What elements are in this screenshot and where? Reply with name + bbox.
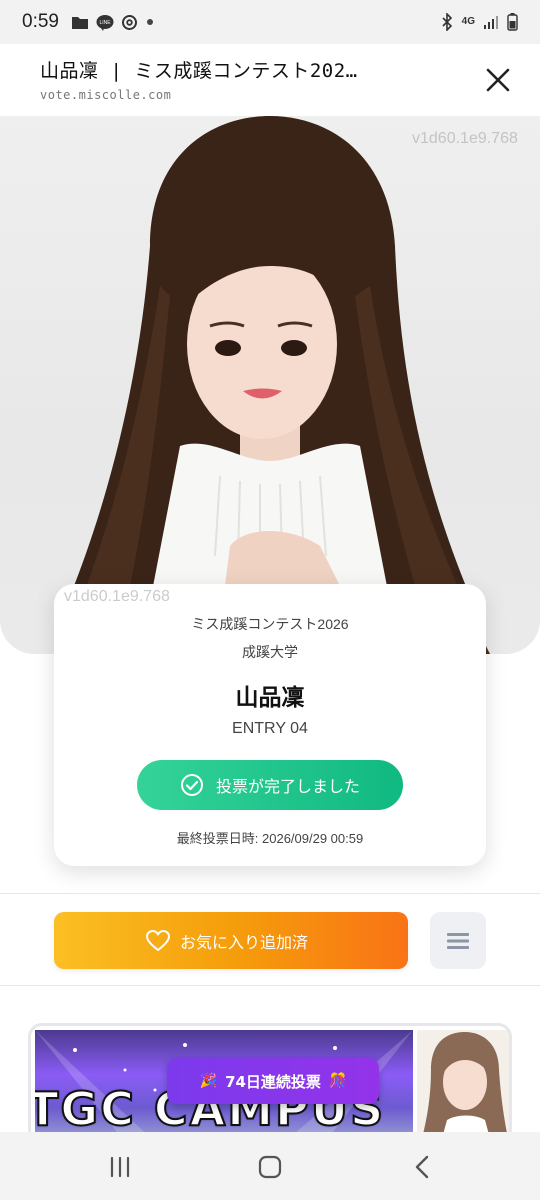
divider-bottom xyxy=(0,985,540,986)
vote-complete-label: 投票が完了しました xyxy=(215,777,360,796)
signal-icon xyxy=(484,16,498,29)
watermark-text: v1d60.1e9.768 xyxy=(412,130,518,147)
check-circle-icon xyxy=(180,774,203,796)
page-title: 山品凜 | ミス成蹊コンテスト202… xyxy=(40,60,358,82)
status-bar: 0:59 LINE 4G xyxy=(0,0,540,44)
last-vote-time: 最終投票日時: 2026/09/29 00:59 xyxy=(176,831,364,846)
contest-name: ミス成蹊コンテスト2026 xyxy=(191,616,349,632)
party-popper-icon: 🎉 xyxy=(199,1073,218,1089)
card-watermark-text: v1d60.1e9.768 xyxy=(64,588,170,605)
confetti-ball-icon: 🎊 xyxy=(328,1073,347,1089)
streak-badge: 🎉 74日連続投票 🎊 xyxy=(167,1058,379,1104)
vote-complete-button[interactable]: 投票が完了しました xyxy=(137,760,403,810)
recent-apps-icon[interactable] xyxy=(100,1152,140,1182)
streak-label: 74日連続投票 xyxy=(225,1072,321,1091)
home-icon[interactable] xyxy=(250,1152,290,1182)
profile-photo: v1d60.1e9.768 xyxy=(0,116,540,654)
candidate-name: 山品凜 xyxy=(235,685,305,711)
svg-text:LINE: LINE xyxy=(99,20,111,26)
entry-card: v1d60.1e9.768 ミス成蹊コンテスト2026 成蹊大学 山品凜 ENT… xyxy=(54,584,486,866)
browser-header: 山品凜 | ミス成蹊コンテスト202… vote.miscolle.com xyxy=(0,44,540,116)
system-icons: 4G xyxy=(440,13,518,31)
portrait-illustration xyxy=(60,116,490,654)
menu-icon xyxy=(447,932,469,949)
battery-icon xyxy=(507,13,518,31)
line-app-icon: LINE xyxy=(96,14,114,31)
notification-icons: LINE xyxy=(71,14,155,31)
banner-photo xyxy=(417,1030,509,1140)
folder-icon xyxy=(71,16,88,29)
dot-icon xyxy=(146,19,153,25)
menu-button[interactable] xyxy=(430,912,486,969)
status-time: 0:59 xyxy=(22,11,59,32)
promo-banner[interactable]: TGC CAMPUS 🎉 74日連続投票 🎊 xyxy=(28,1023,512,1143)
back-icon[interactable] xyxy=(402,1152,442,1182)
banner-portrait xyxy=(417,1030,509,1140)
page-domain: vote.miscolle.com xyxy=(40,88,172,102)
threads-icon xyxy=(121,14,137,30)
network-label: 4G xyxy=(461,16,475,27)
system-nav-bar xyxy=(0,1132,540,1200)
favorite-label: お気に入り追加済 xyxy=(180,932,309,952)
divider-top xyxy=(0,893,540,894)
favorite-button[interactable]: お気に入り追加済 xyxy=(54,912,408,969)
bluetooth-icon xyxy=(442,13,452,31)
heart-icon xyxy=(146,929,170,951)
close-icon[interactable] xyxy=(480,62,516,98)
university-name: 成蹊大学 xyxy=(242,644,298,660)
entry-number: ENTRY 04 xyxy=(232,720,308,737)
